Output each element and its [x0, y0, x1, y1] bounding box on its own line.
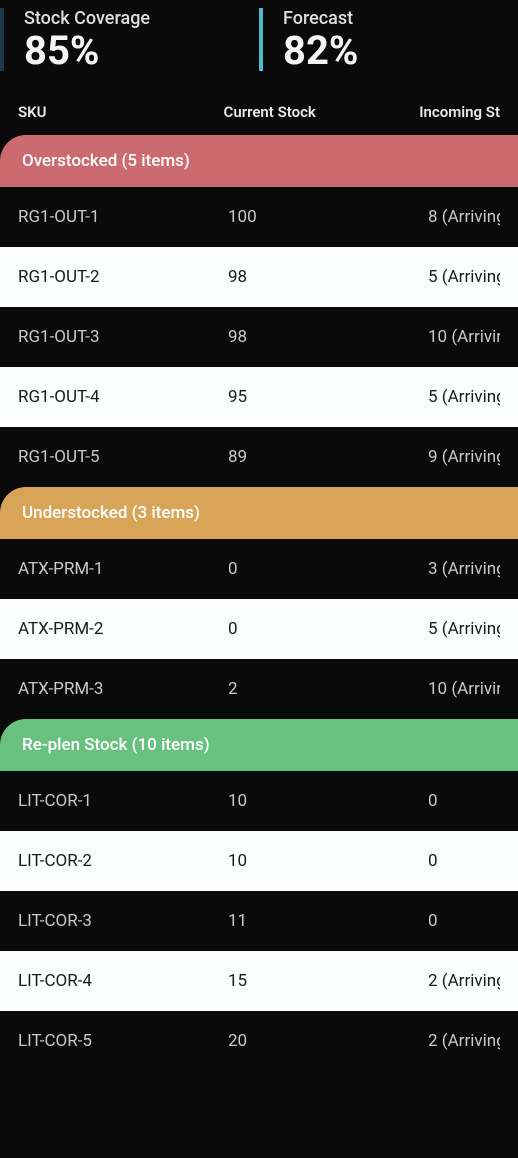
table-row[interactable]: RG1-OUT-5899 (Arriving	[0, 427, 518, 487]
group-header[interactable]: Understocked (3 items)	[0, 487, 518, 539]
header-current-stock: Current Stock	[224, 103, 420, 121]
metric-value: 85%	[24, 31, 259, 71]
metrics-row: Stock Coverage 85% Forecast 82%	[0, 0, 518, 95]
cell-sku: LIT-COR-1	[18, 791, 228, 811]
cell-current-stock: 98	[228, 267, 428, 287]
cell-sku: ATX-PRM-3	[18, 679, 228, 699]
cell-incoming-stock: 9 (Arriving	[428, 447, 500, 467]
table-row[interactable]: ATX-PRM-3210 (Arriving	[0, 659, 518, 719]
group-header[interactable]: Overstocked (5 items)	[0, 135, 518, 187]
table-headers: SKU Current Stock Incoming St	[0, 95, 518, 135]
table-row[interactable]: LIT-COR-4152 (Arriving	[0, 951, 518, 1011]
table-row[interactable]: LIT-COR-5202 (Arriving	[0, 1011, 518, 1071]
cell-sku: RG1-OUT-4	[18, 387, 228, 407]
table-body: Overstocked (5 items)RG1-OUT-11008 (Arri…	[0, 135, 518, 1071]
metric-label: Forecast	[283, 8, 518, 29]
cell-incoming-stock: 5 (Arriving	[428, 619, 500, 639]
table-row[interactable]: ATX-PRM-205 (Arriving	[0, 599, 518, 659]
cell-incoming-stock: 2 (Arriving	[428, 1031, 500, 1051]
cell-sku: LIT-COR-4	[18, 971, 228, 991]
cell-sku: RG1-OUT-2	[18, 267, 228, 287]
table-row[interactable]: LIT-COR-2100	[0, 831, 518, 891]
table-row[interactable]: RG1-OUT-2985 (Arriving	[0, 247, 518, 307]
table-row[interactable]: RG1-OUT-4955 (Arriving	[0, 367, 518, 427]
table-row[interactable]: RG1-OUT-39810 (Arriving	[0, 307, 518, 367]
table-row[interactable]: ATX-PRM-103 (Arriving	[0, 539, 518, 599]
table-row[interactable]: LIT-COR-3110	[0, 891, 518, 951]
cell-current-stock: 100	[228, 207, 428, 227]
cell-incoming-stock: 10 (Arriving	[428, 679, 500, 699]
cell-incoming-stock: 0	[428, 851, 500, 871]
cell-current-stock: 2	[228, 679, 428, 699]
metric-stock-coverage: Stock Coverage 85%	[0, 8, 259, 71]
cell-sku: LIT-COR-3	[18, 911, 228, 931]
cell-incoming-stock: 8 (Arriving	[428, 207, 500, 227]
cell-current-stock: 98	[228, 327, 428, 347]
cell-sku: ATX-PRM-1	[18, 559, 228, 579]
cell-current-stock: 10	[228, 791, 428, 811]
metric-forecast: Forecast 82%	[259, 8, 518, 71]
cell-current-stock: 89	[228, 447, 428, 467]
cell-current-stock: 10	[228, 851, 428, 871]
cell-incoming-stock: 0	[428, 791, 500, 811]
cell-current-stock: 15	[228, 971, 428, 991]
cell-incoming-stock: 5 (Arriving	[428, 387, 500, 407]
table-row[interactable]: RG1-OUT-11008 (Arriving	[0, 187, 518, 247]
cell-incoming-stock: 0	[428, 911, 500, 931]
cell-incoming-stock: 2 (Arriving	[428, 971, 500, 991]
cell-current-stock: 11	[228, 911, 428, 931]
cell-sku: RG1-OUT-3	[18, 327, 228, 347]
cell-current-stock: 0	[228, 619, 428, 639]
cell-current-stock: 0	[228, 559, 428, 579]
cell-incoming-stock: 5 (Arriving	[428, 267, 500, 287]
cell-sku: LIT-COR-5	[18, 1031, 228, 1051]
cell-incoming-stock: 10 (Arriving	[428, 327, 500, 347]
cell-current-stock: 20	[228, 1031, 428, 1051]
metric-value: 82%	[283, 31, 518, 71]
cell-incoming-stock: 3 (Arriving	[428, 559, 500, 579]
metric-label: Stock Coverage	[24, 8, 259, 29]
group-header[interactable]: Re-plen Stock (10 items)	[0, 719, 518, 771]
cell-sku: RG1-OUT-1	[18, 207, 228, 227]
cell-sku: LIT-COR-2	[18, 851, 228, 871]
header-incoming-stock: Incoming St	[419, 103, 500, 121]
cell-current-stock: 95	[228, 387, 428, 407]
cell-sku: RG1-OUT-5	[18, 447, 228, 467]
cell-sku: ATX-PRM-2	[18, 619, 228, 639]
header-sku: SKU	[18, 103, 224, 121]
table-row[interactable]: LIT-COR-1100	[0, 771, 518, 831]
